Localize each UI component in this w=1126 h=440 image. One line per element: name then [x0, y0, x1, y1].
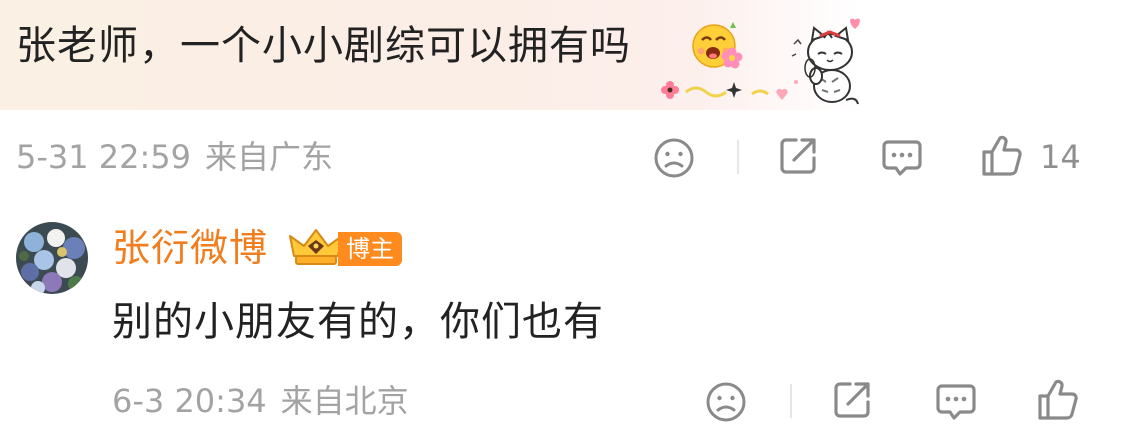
action-divider: [737, 140, 739, 174]
reply-text: 别的小朋友有的，你们也有: [112, 299, 604, 345]
like-count: 14: [1040, 138, 1081, 176]
reply-meta: 6-3 20:34 来自北京: [112, 380, 409, 422]
sad-face-icon[interactable]: [704, 380, 748, 424]
avatar[interactable]: [16, 222, 88, 294]
comment-time: 5-31 22:59: [16, 138, 192, 176]
flower-face-emoji-icon: [692, 22, 743, 69]
comment-meta: 5-31 22:59 来自广东: [16, 136, 333, 178]
comment-icon[interactable]: [934, 380, 978, 424]
thumbs-up-icon[interactable]: [980, 134, 1024, 178]
flower-bouquet-avatar-icon: [16, 222, 88, 294]
comment-source: 来自广东: [205, 138, 334, 176]
reply-source: 来自北京: [280, 382, 409, 420]
sparkle-decoration-icon: [661, 80, 798, 100]
comment-text: 张老师，一个小小剧综可以拥有吗: [16, 23, 631, 69]
thumbs-up-icon[interactable]: [1036, 378, 1080, 422]
action-divider: [790, 384, 792, 418]
cat-sticker-icon: [791, 18, 860, 105]
reply-author-name[interactable]: 张衍微博: [112, 222, 268, 274]
blogger-badge: 博主: [338, 232, 402, 266]
share-icon[interactable]: [830, 378, 874, 422]
share-icon[interactable]: [776, 134, 820, 178]
sad-face-icon[interactable]: [652, 136, 696, 180]
comment-icon[interactable]: [880, 136, 924, 180]
comment-thread: 张老师，一个小小剧综可以拥有吗 5-31 22:59 来自广东 14 张衍微博 …: [0, 0, 1126, 440]
crown-icon: [289, 229, 343, 265]
reply-time: 6-3 20:34: [112, 382, 267, 420]
